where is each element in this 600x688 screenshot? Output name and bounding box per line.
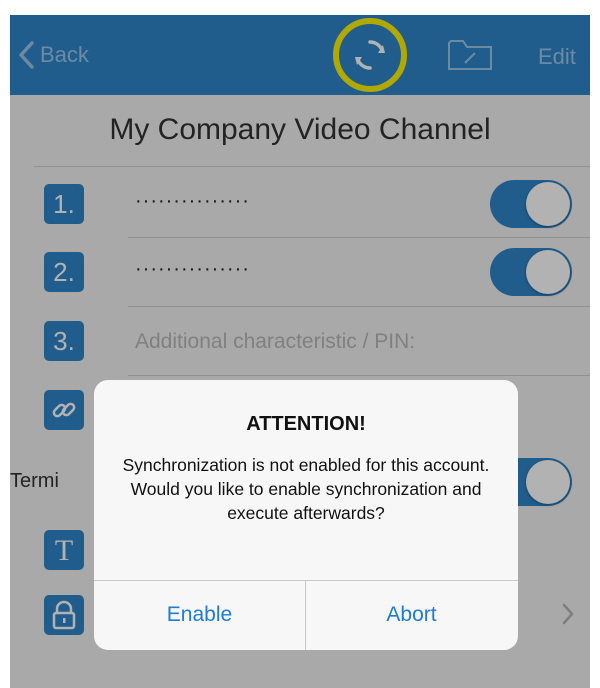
abort-button[interactable]: Abort	[306, 580, 517, 650]
alert-dialog: ATTENTION! Synchronization is not enable…	[94, 380, 518, 650]
dialog-title: ATTENTION!	[246, 413, 366, 435]
enable-button[interactable]: Enable	[94, 580, 305, 650]
dialog-message: Synchronization is not enabled for this …	[122, 455, 490, 523]
app-screen: Back Edit My Company Video Channel 1. ··…	[10, 15, 590, 688]
